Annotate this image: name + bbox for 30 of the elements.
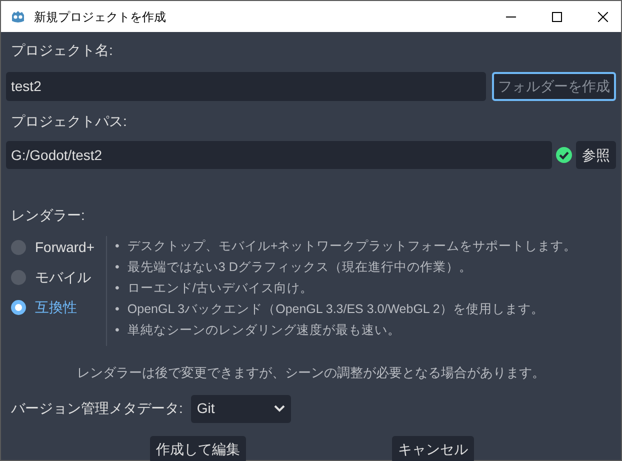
dialog-button[interactable]: 作成して編集	[150, 436, 246, 461]
create-folder-button[interactable]: フォルダーを作成	[492, 72, 616, 101]
close-icon[interactable]	[598, 12, 608, 22]
maximize-icon[interactable]	[552, 12, 562, 22]
renderer-radio[interactable]: 互換性	[11, 297, 106, 318]
chevron-down-icon	[274, 405, 285, 412]
bullet: •	[115, 280, 120, 297]
description-line: ローエンド/古いデバイス向け。	[127, 280, 313, 297]
dialog-button[interactable]: キャンセル	[392, 436, 474, 461]
description-line: デスクトップ、モバイル+ネットワークプラットフォームをサポートします。	[127, 238, 577, 255]
bullet: •	[115, 259, 120, 276]
bullet: •	[115, 322, 120, 339]
field-label: プロジェクトパス:	[11, 112, 127, 131]
version-control-label: バージョン管理メタデータ:	[11, 399, 183, 418]
description-line: 単純なシーンのレンダリング速度が最も速い。	[127, 322, 400, 339]
browse-button[interactable]: 参照	[576, 141, 616, 169]
renderer-note: レンダラーは後で変更できますが、シーンの調整が必要となる場合があります。	[77, 364, 545, 382]
project-name-field[interactable]: test2	[6, 72, 486, 101]
bullet: •	[115, 301, 120, 318]
window-title: 新規プロジェクトを作成	[34, 8, 166, 26]
renderer-radio[interactable]: Forward+	[11, 237, 106, 258]
description-line: OpenGL 3バックエンド（OpenGL 3.3/ES 3.0/WebGL 2）を使用します。	[127, 301, 544, 318]
renderer-radio[interactable]: モバイル	[11, 267, 106, 288]
version-control-dropdown[interactable]: Git	[190, 394, 291, 422]
bullet: •	[115, 238, 120, 255]
section-label: レンダラー:	[11, 206, 85, 225]
field-label: プロジェクト名:	[11, 41, 113, 60]
project-path-field[interactable]: G:/Godot/test2	[6, 141, 552, 169]
description-line: 最先端ではない3 Dグラフィックス（現在進行中の作業）。	[127, 259, 472, 276]
app-icon	[10, 8, 26, 24]
